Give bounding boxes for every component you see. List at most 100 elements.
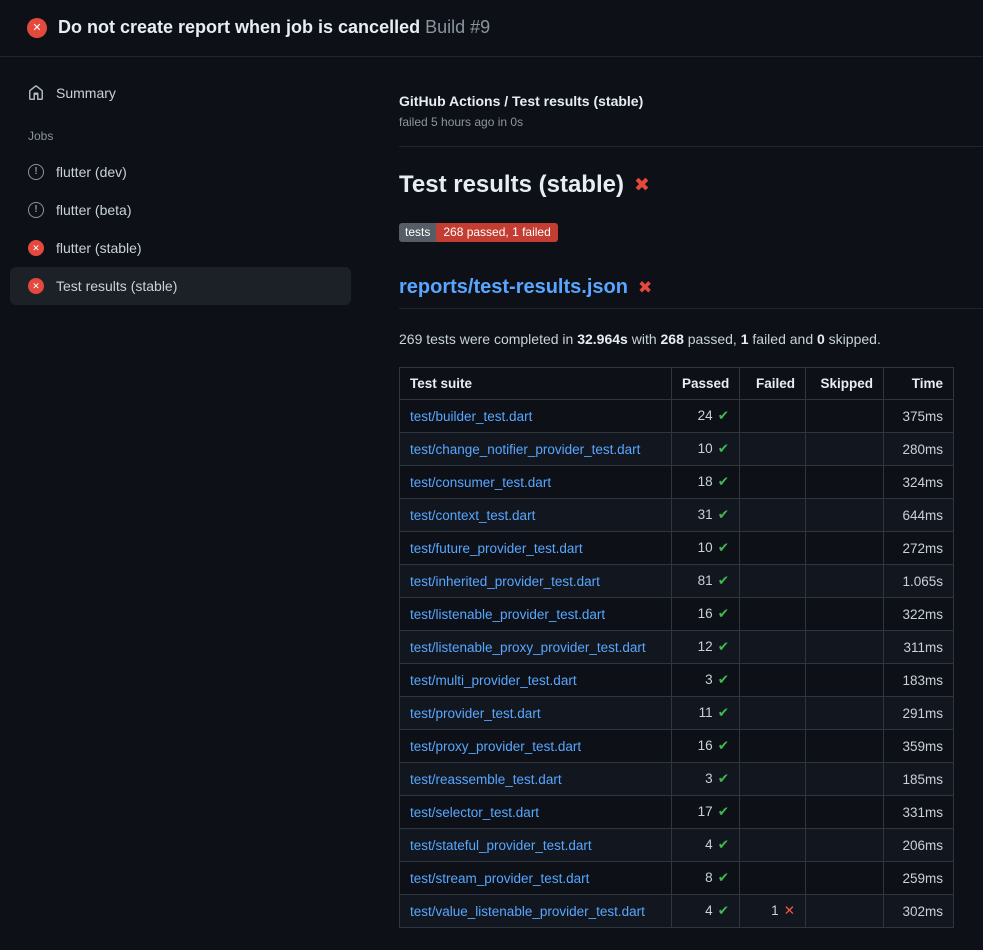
- sidebar-job-item[interactable]: ! flutter (dev): [10, 153, 351, 191]
- failed-cell: [740, 598, 806, 631]
- table-row: test/future_provider_test.dart 10✔ 272ms: [400, 532, 954, 565]
- section-title: Test results (stable) ✖: [399, 171, 983, 199]
- sidebar-job-item[interactable]: ✕ Test results (stable): [10, 267, 351, 305]
- check-icon: ✔: [718, 705, 729, 720]
- time-cell: 185ms: [884, 763, 954, 796]
- passed-cell: 4✔: [672, 895, 740, 928]
- check-icon: ✔: [718, 639, 729, 654]
- skipped-cell: [806, 532, 884, 565]
- time-cell: 183ms: [884, 664, 954, 697]
- skipped-cell: [806, 466, 884, 499]
- failed-cell: [740, 697, 806, 730]
- failed-cell: [740, 532, 806, 565]
- time-cell: 1.065s: [884, 565, 954, 598]
- test-results-table: Test suite Passed Failed Skipped Time te…: [399, 367, 954, 928]
- table-row: test/listenable_provider_test.dart 16✔ 3…: [400, 598, 954, 631]
- check-icon: ✔: [718, 870, 729, 885]
- check-icon: ✔: [718, 408, 729, 423]
- summary-text: passed,: [684, 331, 741, 347]
- suite-link[interactable]: test/proxy_provider_test.dart: [410, 739, 581, 754]
- section-title-text: Test results (stable): [399, 171, 624, 199]
- table-row: test/multi_provider_test.dart 3✔ 183ms: [400, 664, 954, 697]
- suite-link[interactable]: test/future_provider_test.dart: [410, 541, 583, 556]
- suite-link[interactable]: test/builder_test.dart: [410, 409, 532, 424]
- failed-cell: [740, 730, 806, 763]
- job-label: flutter (dev): [56, 164, 127, 180]
- col-header-failed: Failed: [740, 368, 806, 400]
- sidebar-job-item[interactable]: ! flutter (beta): [10, 191, 351, 229]
- failed-cell: [740, 763, 806, 796]
- table-row: test/selector_test.dart 17✔ 331ms: [400, 796, 954, 829]
- summary-line: 269 tests were completed in 32.964s with…: [399, 331, 983, 347]
- jobs-section-label: Jobs: [10, 107, 351, 153]
- summary-text: with: [628, 331, 661, 347]
- table-row: test/value_listenable_provider_test.dart…: [400, 895, 954, 928]
- suite-link[interactable]: test/listenable_provider_test.dart: [410, 607, 605, 622]
- alert-circle-icon: !: [28, 164, 44, 180]
- table-body: test/builder_test.dart 24✔ 375ms test/ch…: [400, 400, 954, 928]
- check-icon: ✔: [718, 672, 729, 687]
- home-icon: [28, 85, 44, 101]
- badge-value: 268 passed, 1 failed: [436, 223, 557, 242]
- table-row: test/inherited_provider_test.dart 81✔ 1.…: [400, 565, 954, 598]
- failed-cell: [740, 565, 806, 598]
- suite-link[interactable]: test/reassemble_test.dart: [410, 772, 562, 787]
- report-link[interactable]: reports/test-results.json ✖: [399, 276, 983, 309]
- passed-cell: 8✔: [672, 862, 740, 895]
- table-row: test/context_test.dart 31✔ 644ms: [400, 499, 954, 532]
- suite-link[interactable]: test/consumer_test.dart: [410, 475, 551, 490]
- sidebar: Summary Jobs ! flutter (dev) ! flutter (…: [0, 57, 375, 305]
- sidebar-jobs: ! flutter (dev) ! flutter (beta) ✕ flutt…: [10, 153, 351, 305]
- col-header-passed: Passed: [672, 368, 740, 400]
- failed-cell: [740, 796, 806, 829]
- failed-cell: [740, 433, 806, 466]
- failed-cell: 1✕: [740, 895, 806, 928]
- summary-failed-count: 1: [741, 331, 749, 347]
- breadcrumb[interactable]: GitHub Actions / Test results (stable): [399, 93, 983, 109]
- suite-link[interactable]: test/multi_provider_test.dart: [410, 673, 577, 688]
- table-row: test/proxy_provider_test.dart 16✔ 359ms: [400, 730, 954, 763]
- x-circle-icon: ✕: [28, 240, 44, 256]
- time-cell: 311ms: [884, 631, 954, 664]
- suite-link[interactable]: test/listenable_proxy_provider_test.dart: [410, 640, 646, 655]
- suite-link[interactable]: test/inherited_provider_test.dart: [410, 574, 600, 589]
- suite-link[interactable]: test/value_listenable_provider_test.dart: [410, 904, 645, 919]
- passed-cell: 16✔: [672, 730, 740, 763]
- app-body: Summary Jobs ! flutter (dev) ! flutter (…: [0, 57, 983, 928]
- table-row: test/stream_provider_test.dart 8✔ 259ms: [400, 862, 954, 895]
- suite-link[interactable]: test/stateful_provider_test.dart: [410, 838, 592, 853]
- passed-cell: 12✔: [672, 631, 740, 664]
- passed-cell: 10✔: [672, 433, 740, 466]
- skipped-cell: [806, 598, 884, 631]
- suite-link[interactable]: test/provider_test.dart: [410, 706, 541, 721]
- passed-cell: 18✔: [672, 466, 740, 499]
- time-cell: 331ms: [884, 796, 954, 829]
- skipped-cell: [806, 664, 884, 697]
- suite-link[interactable]: test/stream_provider_test.dart: [410, 871, 589, 886]
- check-run-header: ✕ Do not create report when job is cance…: [0, 0, 983, 57]
- suite-link[interactable]: test/selector_test.dart: [410, 805, 539, 820]
- alert-circle-icon: !: [28, 202, 44, 218]
- badge-label: tests: [399, 223, 436, 242]
- check-icon: ✔: [718, 903, 729, 918]
- suite-link[interactable]: test/context_test.dart: [410, 508, 535, 523]
- failed-cell: [740, 664, 806, 697]
- summary-label: Summary: [56, 85, 116, 101]
- summary-passed-count: 268: [661, 331, 684, 347]
- run-meta: failed 5 hours ago in 0s: [399, 115, 983, 129]
- passed-cell: 4✔: [672, 829, 740, 862]
- skipped-cell: [806, 697, 884, 730]
- table-row: test/listenable_proxy_provider_test.dart…: [400, 631, 954, 664]
- failed-cell: [740, 829, 806, 862]
- time-cell: 375ms: [884, 400, 954, 433]
- sidebar-item-summary[interactable]: Summary: [10, 79, 351, 107]
- report-link-text[interactable]: reports/test-results.json: [399, 276, 628, 299]
- suite-link[interactable]: test/change_notifier_provider_test.dart: [410, 442, 640, 457]
- failed-cell: [740, 400, 806, 433]
- table-row: test/builder_test.dart 24✔ 375ms: [400, 400, 954, 433]
- skipped-cell: [806, 499, 884, 532]
- page-title: Do not create report when job is cancell…: [58, 17, 490, 39]
- col-header-time: Time: [884, 368, 954, 400]
- sidebar-job-item[interactable]: ✕ flutter (stable): [10, 229, 351, 267]
- passed-cell: 17✔: [672, 796, 740, 829]
